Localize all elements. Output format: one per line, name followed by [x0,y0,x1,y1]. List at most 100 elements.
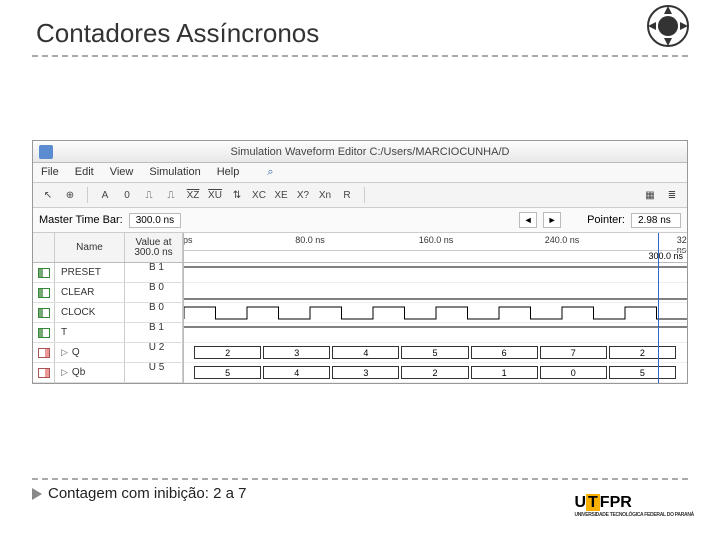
menu-view[interactable]: View [110,166,134,179]
subruler-value: 300.0 ns [648,251,683,261]
play-icon [32,488,42,500]
signal-type-icon [33,363,55,382]
bus-segment: 7 [540,346,607,359]
divider-bottom [32,478,688,480]
ruler-tick: 240.0 ns [545,235,580,245]
col-icon-header [33,233,55,262]
waveform-row[interactable] [184,263,687,283]
waveform-row[interactable] [184,303,687,323]
inv-tool-icon[interactable]: ⇅ [228,186,246,204]
bus-segment: 3 [263,346,330,359]
col-name-header: Name [55,233,125,262]
menu-simulation[interactable]: Simulation [149,166,200,179]
master-time-label: Master Time Bar: [39,214,123,226]
signal-row[interactable]: PRESET B 1 [33,263,183,283]
cursor-tool-icon[interactable]: ↖ [39,186,57,204]
signal-row[interactable]: T B 1 [33,323,183,343]
zero-tool-icon[interactable]: 0 [118,186,136,204]
signal-name: T [55,323,125,342]
signal-value: B 1 [125,263,183,282]
window-title: Simulation Waveform Editor C:/Users/MARC… [59,146,681,158]
col-value-header: Value at 300.0 ns [125,233,183,262]
institution-logo-icon [644,2,692,50]
zoom-tool-icon[interactable]: ⊕ [61,186,79,204]
signal-type-icon [33,283,55,302]
time-ruler[interactable]: 0 ps80.0 ns160.0 ns240.0 ns320.0 ns 300.… [184,233,687,263]
column-headers: Name Value at 300.0 ns [33,233,183,263]
signal-type-icon [33,303,55,322]
master-time-value[interactable]: 300.0 ns [129,213,181,228]
bus-segment: 6 [471,346,538,359]
rand-tool-icon[interactable]: R [338,186,356,204]
waveform-editor-window: Simulation Waveform Editor C:/Users/MARC… [32,140,688,384]
pointer-label: Pointer: [587,214,625,226]
xn-tool-icon[interactable]: Xn [316,186,334,204]
ruler-tick: 160.0 ns [419,235,454,245]
subtitle-row: Contagem com inibição: 2 a 7 [32,485,246,502]
waveform-content: Name Value at 300.0 ns PRESET B 1 CLEAR … [33,233,687,383]
signal-type-icon [33,343,55,362]
bus-segment: 4 [332,346,399,359]
signal-value: B 0 [125,283,183,302]
waveform-row[interactable]: 2345672 [184,343,687,363]
time-cursor[interactable] [658,233,659,383]
toolbar: ↖ ⊕ A 0 ⎍ ⎍ XZ XU ⇅ XC XE X? Xn R ▦ ≣ [33,183,687,208]
slide-subtitle: Contagem com inibição: 2 a 7 [48,485,246,502]
bus-segment: 5 [401,346,468,359]
bus-segment: 5 [609,366,676,379]
divider [32,55,688,57]
grid-tool-icon[interactable]: ▦ [641,186,659,204]
signal-row[interactable]: CLOCK B 0 [33,303,183,323]
signal-name: PRESET [55,263,125,282]
titlebar: Simulation Waveform Editor C:/Users/MARC… [33,141,687,163]
a-tool-icon[interactable]: A [96,186,114,204]
seq-tool-icon[interactable]: ≣ [663,186,681,204]
app-icon [39,145,53,159]
bus-segment: 5 [194,366,261,379]
bus-segment: 3 [332,366,399,379]
bus-segment: 1 [471,366,538,379]
signal-name: ▷Q [55,343,125,362]
infobar: Master Time Bar: 300.0 ns ◄ ► Pointer: 2… [33,208,687,233]
waveform-pane[interactable]: 0 ps80.0 ns160.0 ns240.0 ns320.0 ns 300.… [184,233,687,383]
waveform-row[interactable]: 5432105 [184,363,687,383]
waveform-row[interactable] [184,283,687,303]
signal-name: CLEAR [55,283,125,302]
bus-segment: 2 [401,366,468,379]
bus-segment: 2 [194,346,261,359]
signal-type-icon [33,323,55,342]
signal-type-icon [33,263,55,282]
signal-row[interactable]: CLEAR B 0 [33,283,183,303]
bus-segment: 4 [263,366,330,379]
signal-value: B 1 [125,323,183,342]
signal-name: ▷Qb [55,363,125,382]
bus-segment: 0 [540,366,607,379]
menu-help[interactable]: Help [217,166,240,179]
xc-tool-icon[interactable]: XC [250,186,268,204]
xu-tool-icon[interactable]: XU [206,186,224,204]
expand-icon[interactable]: ▷ [61,347,68,358]
menu-file[interactable]: File [41,166,59,179]
signal-row[interactable]: ▷Qb U 5 [33,363,183,383]
signal-list-pane: Name Value at 300.0 ns PRESET B 1 CLEAR … [33,233,184,383]
ruler-tick: 80.0 ns [295,235,325,245]
xz-tool-icon[interactable]: XZ [184,186,202,204]
signal-value: B 0 [125,303,183,322]
signal-row[interactable]: ▷Q U 2 [33,343,183,363]
menubar: File Edit View Simulation Help ⌕ [33,163,687,183]
signal-name: CLOCK [55,303,125,322]
menu-edit[interactable]: Edit [75,166,94,179]
nav-prev-icon[interactable]: ◄ [519,212,537,228]
utfpr-logo: UTFPR UNIVERSIDADE TECNOLÓGICA FEDERAL D… [574,494,694,518]
pointer-value[interactable]: 2.98 ns [631,213,681,228]
pulse-down-icon[interactable]: ⎍ [162,186,180,204]
search-icon[interactable]: ⌕ [267,166,273,179]
expand-icon[interactable]: ▷ [61,367,68,378]
pulse-up-icon[interactable]: ⎍ [140,186,158,204]
ruler-tick: 0 ps [184,235,193,245]
nav-next-icon[interactable]: ► [543,212,561,228]
waveform-row[interactable] [184,323,687,343]
xe-tool-icon[interactable]: XE [272,186,290,204]
xq-tool-icon[interactable]: X? [294,186,312,204]
slide-title: Contadores Assíncronos [0,0,720,55]
